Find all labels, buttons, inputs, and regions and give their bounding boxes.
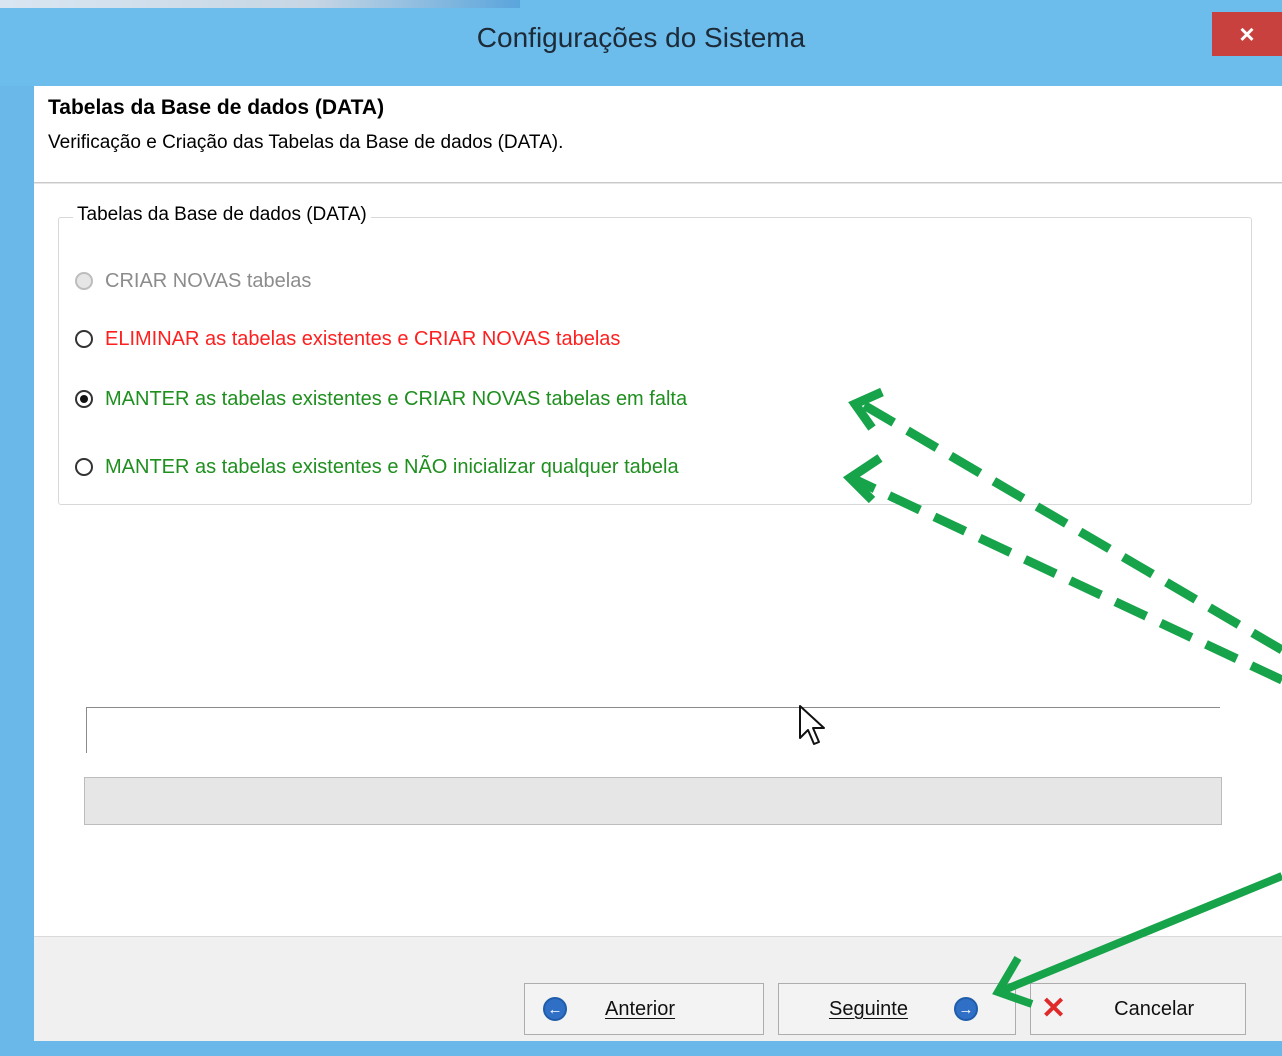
page-subtitle: Verificação e Criação das Tabelas da Bas… (48, 132, 564, 153)
mouse-cursor-icon (799, 705, 825, 745)
page-title: Tabelas da Base de dados (DATA) (48, 96, 385, 119)
option-label: MANTER as tabelas existentes e CRIAR NOV… (105, 387, 688, 410)
arrow-right-circle-icon: → (953, 997, 978, 1021)
close-icon[interactable]: × (1212, 12, 1282, 56)
progress-bar (84, 777, 1222, 825)
arrow-left-circle-icon: ← (543, 997, 567, 1021)
wizard-header: Tabelas da Base de dados (DATA) Verifica… (34, 86, 1282, 183)
cancel-button[interactable]: ✕ Cancelar (1030, 983, 1246, 1035)
radio-button[interactable] (75, 458, 93, 476)
option-label: MANTER as tabelas existentes e NÃO inici… (105, 455, 679, 478)
radio-button (75, 272, 93, 290)
background-window-strip (0, 0, 520, 8)
back-button[interactable]: ← Anterior (524, 983, 764, 1035)
cancel-button-label: Cancelar (1114, 997, 1195, 1020)
radio-button[interactable] (75, 330, 93, 348)
group-legend: Tabelas da Base de dados (DATA) (73, 204, 371, 226)
option-create-new: CRIAR NOVAS tabelas (75, 266, 311, 296)
option-label: ELIMINAR as tabelas existentes e CRIAR N… (105, 327, 621, 350)
option-label: CRIAR NOVAS tabelas (105, 269, 312, 292)
option-keep-and-create-missing[interactable]: MANTER as tabelas existentes e CRIAR NOV… (75, 384, 687, 414)
window-titlebar: Configurações do Sistema × (0, 0, 1282, 86)
dialog-client-area: Tabelas da Base de dados (DATA) Verifica… (34, 86, 1282, 1041)
wizard-body: Tabelas da Base de dados (DATA) CRIAR NO… (34, 183, 1282, 937)
status-divider-tick (86, 707, 87, 753)
back-button-label: Anterior (605, 997, 676, 1020)
option-delete-and-create[interactable]: ELIMINAR as tabelas existentes e CRIAR N… (75, 324, 620, 354)
tables-options-group: Tabelas da Base de dados (DATA) CRIAR NO… (58, 204, 1252, 505)
red-x-icon: ✕ (1041, 992, 1067, 1025)
option-keep-no-init[interactable]: MANTER as tabelas existentes e NÃO inici… (75, 452, 679, 482)
next-button-label: Seguinte (829, 997, 908, 1020)
wizard-footer: ← Anterior Seguinte → ✕ Cancelar (34, 936, 1282, 1041)
radio-button-selected[interactable] (75, 390, 93, 408)
window-title: Configurações do Sistema (476, 22, 806, 53)
next-button[interactable]: Seguinte → (778, 983, 1016, 1035)
status-divider (86, 707, 1220, 708)
